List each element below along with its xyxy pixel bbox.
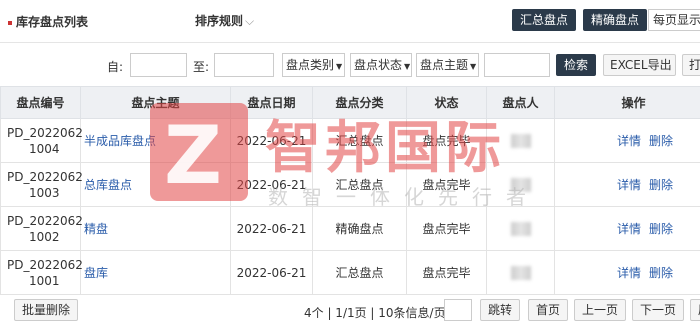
category-cell: 精确盘点 bbox=[312, 206, 407, 251]
theme-link[interactable]: 盘库 bbox=[80, 250, 231, 295]
delete-link[interactable]: 删除 bbox=[649, 222, 673, 236]
detail-link[interactable]: 详情 bbox=[617, 178, 641, 192]
status-select-label: 盘点状态 bbox=[354, 58, 403, 72]
operator-cell bbox=[486, 250, 555, 295]
sort-dropdown[interactable]: 排序规则 ⌵ bbox=[195, 12, 254, 29]
detail-link[interactable]: 详情 bbox=[617, 222, 641, 236]
blurred-name bbox=[510, 265, 531, 280]
code-cell: PD_2022062 1002 bbox=[0, 206, 83, 251]
blurred-name bbox=[510, 177, 531, 192]
date-from-input[interactable] bbox=[130, 53, 187, 77]
theme-select-label: 盘点主题 bbox=[420, 58, 469, 72]
table-header-row: 盘点编号 盘点主题 盘点日期 盘点分类 状态 盘点人 操作 bbox=[0, 86, 700, 119]
page-jump-input[interactable] bbox=[444, 299, 472, 321]
search-button[interactable]: 检索 bbox=[556, 54, 597, 76]
status-select[interactable]: 盘点状态 ▼ bbox=[350, 53, 412, 77]
excel-export-button[interactable]: EXCEL导出 bbox=[603, 54, 676, 76]
actions-cell: 详情 删除 bbox=[554, 118, 700, 163]
col-header-date[interactable]: 盘点日期 bbox=[230, 86, 313, 119]
dropdown-arrow-icon: ▼ bbox=[336, 62, 343, 71]
detail-link[interactable]: 详情 bbox=[617, 134, 641, 148]
actions-cell: 详情 删除 bbox=[554, 250, 700, 295]
category-select-label: 盘点类别 bbox=[286, 58, 335, 72]
code-line-2: 1002 bbox=[29, 229, 60, 244]
category-cell: 汇总盘点 bbox=[312, 118, 407, 163]
category-cell: 汇总盘点 bbox=[312, 162, 407, 207]
operator-cell bbox=[486, 162, 555, 207]
status-cell: 盘点完毕 bbox=[406, 118, 487, 163]
theme-link[interactable]: 精盘 bbox=[80, 206, 231, 251]
date-to-input[interactable] bbox=[214, 53, 274, 77]
blurred-name bbox=[510, 133, 531, 148]
status-cell: 盘点完毕 bbox=[406, 250, 487, 295]
batch-delete-button[interactable]: 批量删除 bbox=[14, 299, 79, 321]
first-page-button[interactable]: 首页 bbox=[528, 299, 569, 321]
top-bar: 库存盘点列表 排序规则 ⌵ 汇总盘点 精确盘点 每页显示 bbox=[0, 0, 700, 40]
code-cell: PD_2022062 1001 bbox=[0, 250, 83, 295]
theme-link[interactable]: 半成品库盘点 bbox=[80, 118, 231, 163]
date-cell: 2022-06-21 bbox=[230, 206, 313, 251]
col-header-category[interactable]: 盘点分类 bbox=[312, 86, 407, 119]
summary-inventory-button[interactable]: 汇总盘点 bbox=[512, 9, 577, 31]
table-row: PD_2022062 1003 总库盘点 2022-06-21 汇总盘点 盘点完毕… bbox=[0, 162, 700, 207]
dropdown-arrow-icon: ▼ bbox=[404, 62, 411, 71]
delete-link[interactable]: 删除 bbox=[649, 134, 673, 148]
print-button[interactable]: 打 bbox=[682, 54, 700, 76]
code-cell: PD_2022062 1003 bbox=[0, 162, 83, 207]
title-marker-icon bbox=[8, 20, 12, 25]
operator-cell bbox=[486, 118, 555, 163]
sort-label: 排序规则 bbox=[195, 14, 244, 28]
code-line-1: PD_2022062 bbox=[7, 169, 83, 184]
precise-inventory-button[interactable]: 精确盘点 bbox=[583, 9, 648, 31]
page-title: 库存盘点列表 bbox=[8, 13, 88, 30]
blurred-name bbox=[510, 221, 531, 236]
jump-button[interactable]: 跳转 bbox=[480, 299, 521, 321]
col-header-code[interactable]: 盘点编号 bbox=[0, 86, 81, 119]
pagination-bar: 批量删除 4个 | 1/1页 | 10条信息/页 跳转 首页 上一页 下一页 尾 bbox=[0, 296, 700, 322]
code-line-1: PD_2022062 bbox=[7, 257, 83, 272]
to-label: 至: bbox=[193, 60, 210, 74]
col-header-status[interactable]: 状态 bbox=[406, 86, 487, 119]
prev-page-button[interactable]: 上一页 bbox=[574, 299, 627, 321]
code-line-1: PD_2022062 bbox=[7, 213, 83, 228]
table-row: PD_2022062 1002 精盘 2022-06-21 精确盘点 盘点完毕 详… bbox=[0, 206, 700, 251]
code-cell: PD_2022062 1004 bbox=[0, 118, 83, 163]
actions-cell: 详情 删除 bbox=[554, 206, 700, 251]
category-select[interactable]: 盘点类别 ▼ bbox=[282, 53, 345, 77]
col-header-actions: 操作 bbox=[554, 86, 700, 119]
delete-link[interactable]: 删除 bbox=[649, 266, 673, 280]
last-page-button[interactable]: 尾 bbox=[690, 299, 700, 321]
operator-cell bbox=[486, 206, 555, 251]
chevron-down-icon: ⌵ bbox=[245, 14, 255, 28]
col-header-operator[interactable]: 盘点人 bbox=[486, 86, 555, 119]
status-cell: 盘点完毕 bbox=[406, 206, 487, 251]
filter-bar: 自: 至: 盘点类别 ▼ 盘点状态 ▼ 盘点主题 ▼ 检索 EXCEL导出 打 bbox=[0, 42, 700, 86]
from-label: 自: bbox=[107, 60, 124, 74]
page-title-text: 库存盘点列表 bbox=[16, 15, 89, 29]
dropdown-arrow-icon: ▼ bbox=[470, 62, 477, 71]
date-cell: 2022-06-21 bbox=[230, 162, 313, 207]
code-line-1: PD_2022062 bbox=[7, 125, 83, 140]
page-info: 4个 | 1/1页 | 10条信息/页 bbox=[304, 306, 446, 320]
date-cell: 2022-06-21 bbox=[230, 118, 313, 163]
table-row: PD_2022062 1001 盘库 2022-06-21 汇总盘点 盘点完毕 详… bbox=[0, 250, 700, 295]
theme-select[interactable]: 盘点主题 ▼ bbox=[416, 53, 479, 77]
actions-cell: 详情 删除 bbox=[554, 162, 700, 207]
date-cell: 2022-06-21 bbox=[230, 250, 313, 295]
detail-link[interactable]: 详情 bbox=[617, 266, 641, 280]
delete-link[interactable]: 删除 bbox=[649, 178, 673, 192]
code-line-2: 1001 bbox=[29, 273, 60, 288]
inventory-table: 盘点编号 盘点主题 盘点日期 盘点分类 状态 盘点人 操作 PD_2022062… bbox=[0, 86, 700, 295]
code-line-2: 1004 bbox=[29, 141, 60, 156]
col-header-theme[interactable]: 盘点主题 bbox=[80, 86, 231, 119]
category-cell: 汇总盘点 bbox=[312, 250, 407, 295]
theme-link[interactable]: 总库盘点 bbox=[80, 162, 231, 207]
next-page-button[interactable]: 下一页 bbox=[632, 299, 685, 321]
code-line-2: 1003 bbox=[29, 185, 60, 200]
table-row: PD_2022062 1004 半成品库盘点 2022-06-21 汇总盘点 盘点… bbox=[0, 118, 700, 163]
status-cell: 盘点完毕 bbox=[406, 162, 487, 207]
keyword-input[interactable] bbox=[484, 53, 550, 77]
per-page-select[interactable]: 每页显示 bbox=[648, 9, 700, 31]
